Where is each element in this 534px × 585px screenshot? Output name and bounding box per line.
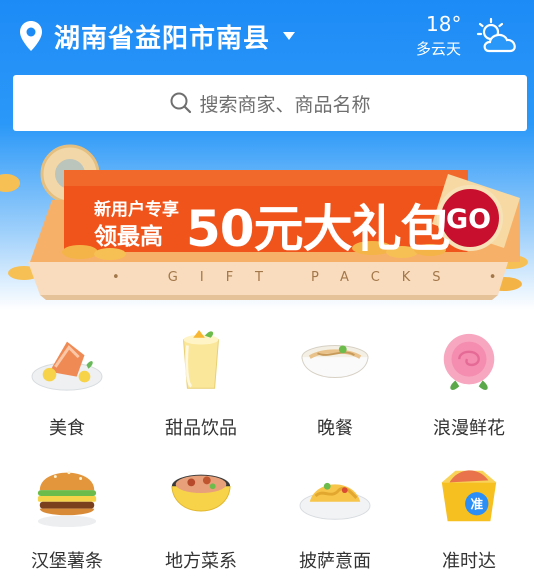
search-icon xyxy=(170,92,192,114)
banner-line2: 领最高 xyxy=(94,224,163,250)
category-item-dessert[interactable]: 甜品饮品 xyxy=(134,310,268,440)
category-item-ontime[interactable]: 准 准时达 xyxy=(402,443,534,573)
search-input[interactable]: 搜索商家、商品名称 xyxy=(13,75,527,131)
dessert-drink-icon xyxy=(182,329,220,389)
category-label: 地方菜系 xyxy=(165,551,237,572)
banner-subtitle: • GIFT PACKS • xyxy=(112,270,519,285)
category-label: 甜品饮品 xyxy=(165,418,237,439)
category-item-local[interactable]: 地方菜系 xyxy=(134,443,268,573)
category-label: 美食 xyxy=(49,418,85,439)
category-item-food[interactable]: 美食 xyxy=(0,310,134,440)
category-label: 晚餐 xyxy=(317,418,353,439)
category-item-pasta[interactable]: 披萨意面 xyxy=(268,443,402,573)
noodle-bowl-icon xyxy=(301,345,369,378)
location-pin-icon xyxy=(20,21,42,51)
svg-text:准: 准 xyxy=(470,497,483,512)
banner-headline: 50元大礼包 xyxy=(186,200,451,258)
category-label: 披萨意面 xyxy=(299,551,371,572)
rose-flower-icon xyxy=(443,333,495,390)
pasta-icon xyxy=(299,482,371,520)
category-label: 准时达 xyxy=(442,551,496,572)
location-selector[interactable]: 湖南省益阳市南县 xyxy=(18,16,296,56)
weather-widget: 18° 多云天 xyxy=(416,12,522,62)
banner-go-button[interactable]: GO xyxy=(446,204,491,235)
food-dish-icon xyxy=(31,341,103,391)
on-time-delivery-icon: 准 xyxy=(441,470,497,522)
caret-down-icon xyxy=(283,32,296,40)
local-dish-icon xyxy=(171,474,231,512)
hamburger-icon xyxy=(37,471,97,528)
location-text: 湖南省益阳市南县 xyxy=(54,23,271,54)
category-label: 浪漫鲜花 xyxy=(433,418,505,439)
category-item-flowers[interactable]: 浪漫鲜花 xyxy=(402,310,534,440)
search-placeholder: 搜索商家、商品名称 xyxy=(199,93,371,116)
weather-description: 多云天 xyxy=(416,40,462,58)
category-item-burger[interactable]: 汉堡薯条 xyxy=(0,443,134,573)
category-grid: 美食 甜品饮品 晚餐 浪漫鲜花 汉堡薯条 地方菜系 披萨意面 准 准时达 xyxy=(0,310,534,585)
partly-cloudy-icon xyxy=(476,17,516,53)
category-item-dinner[interactable]: 晚餐 xyxy=(268,310,402,440)
weather-temperature: 18° xyxy=(426,12,462,36)
category-label: 汉堡薯条 xyxy=(31,551,103,572)
